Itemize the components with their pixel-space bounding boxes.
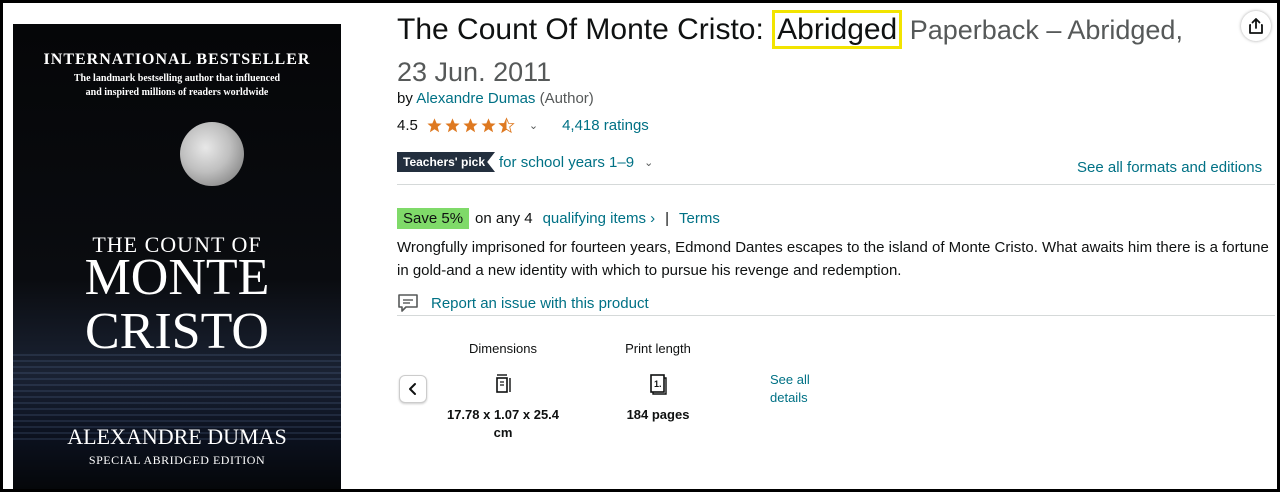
attribute-label: Dimensions — [469, 341, 537, 356]
book-pages-icon: 1. — [646, 372, 670, 396]
cover-subtagline: The landmark bestselling author that inf… — [73, 73, 281, 98]
attribute-label: Print length — [625, 341, 691, 356]
cover-author: ALEXANDRE DUMAS — [67, 424, 287, 449]
moon-illustration — [180, 122, 244, 186]
author-link[interactable]: Alexandre Dumas — [416, 90, 535, 107]
save-badge: Save 5% — [397, 208, 470, 229]
attribute-dimensions: Dimensions 17.78 x 1.07 x 25.4 cm — [443, 341, 563, 442]
star-icon — [445, 118, 460, 133]
dimensions-icon — [491, 372, 515, 396]
product-description: Wrongfully imprisoned for fourteen years… — [397, 239, 1269, 279]
qualifying-items-link[interactable]: qualifying items › — [543, 210, 656, 227]
report-issue-link[interactable]: Report an issue with this product — [431, 295, 649, 312]
rating-row: 4.5 ⌄ 4,418 ratings — [397, 117, 649, 134]
star-rating[interactable] — [426, 117, 515, 134]
see-all-formats-link[interactable]: See all formats and editions — [1077, 159, 1262, 176]
attribute-print-length: Print length 1. 184 pages — [598, 341, 718, 424]
page-frame: INTERNATIONAL BESTSELLER The landmark be… — [0, 0, 1280, 492]
half-star-icon — [498, 117, 515, 134]
separator: | — [665, 210, 670, 227]
terms-link[interactable]: Terms — [679, 210, 720, 227]
offer-row: Save 5% on any 4 qualifying items › | Te… — [397, 208, 720, 229]
cover-title-line3: CRISTO — [85, 303, 269, 360]
teachers-pick-badge: Teachers' pick — [397, 152, 496, 172]
feedback-icon — [398, 294, 418, 312]
chevron-down-icon[interactable]: ⌄ — [644, 156, 653, 169]
rating-value: 4.5 — [397, 117, 418, 134]
divider — [397, 315, 1275, 316]
product-attributes-carousel: Dimensions 17.78 x 1.07 x 25.4 cm Print … — [397, 333, 997, 453]
ratings-count-link[interactable]: 4,418 ratings — [562, 117, 649, 134]
product-title: The Count Of Monte Cristo: Abridged Pape… — [397, 9, 1217, 93]
book-cover-image[interactable]: INTERNATIONAL BESTSELLER The landmark be… — [13, 24, 341, 489]
report-issue-row[interactable]: Report an issue with this product — [397, 293, 649, 313]
school-years-link[interactable]: for school years 1–9 — [499, 154, 634, 171]
byline: by Alexandre Dumas (Author) — [397, 90, 594, 107]
chevron-left-icon — [409, 383, 416, 395]
share-icon — [1249, 18, 1263, 34]
see-all-details-link[interactable]: See all details — [770, 371, 820, 407]
star-icon — [481, 118, 496, 133]
cover-title-line2: MONTE — [84, 249, 270, 306]
star-icon — [463, 118, 478, 133]
cover-edition: SPECIAL ABRIDGED EDITION — [88, 453, 266, 467]
attribute-value: 184 pages — [626, 407, 690, 422]
attribute-value: 17.78 x 1.07 x 25.4 cm — [446, 407, 560, 440]
svg-text:1.: 1. — [654, 379, 662, 389]
teachers-pick-row: Teachers' pick for school years 1–9 ⌄ — [397, 152, 673, 172]
offer-text: on any 4 — [475, 210, 533, 227]
divider — [397, 184, 1275, 185]
cover-tagline: INTERNATIONAL BESTSELLER — [43, 51, 311, 68]
carousel-prev-button[interactable] — [399, 375, 427, 403]
title-highlight: Abridged — [772, 10, 903, 49]
chevron-down-icon[interactable]: ⌄ — [529, 119, 538, 132]
star-icon — [427, 118, 442, 133]
share-button[interactable] — [1241, 11, 1271, 41]
